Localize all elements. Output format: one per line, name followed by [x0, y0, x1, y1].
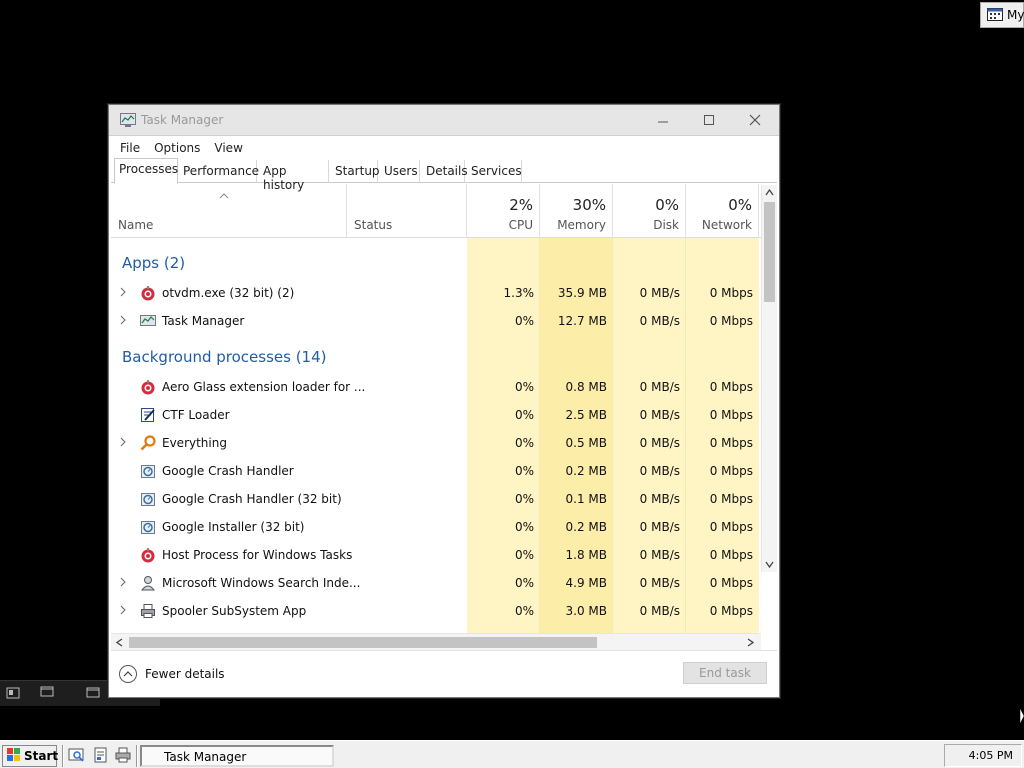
- horizontal-scroll-thumb[interactable]: [129, 637, 597, 648]
- maximize-icon: [704, 115, 714, 125]
- start-button[interactable]: Start: [2, 745, 59, 767]
- tab-processes[interactable]: Processes: [114, 158, 178, 184]
- process-grid: Name Status 2% CPU 30% Memory 0% Disk 0%…: [111, 184, 777, 633]
- menu-options[interactable]: Options: [154, 141, 200, 155]
- menu-file[interactable]: File: [120, 141, 140, 155]
- start-label: Start: [24, 749, 59, 763]
- table-row[interactable]: CTF Loader 0% 2.5 MB 0 MB/s 0 Mbps: [111, 401, 761, 429]
- column-header-disk[interactable]: 0% Disk: [613, 184, 686, 238]
- clock[interactable]: 4:05 PM: [969, 749, 1013, 762]
- table-row[interactable]: Google Installer (32 bit) 0% 0.2 MB 0 MB…: [111, 513, 761, 541]
- maximize-window-icon[interactable]: [86, 686, 106, 702]
- column-header-network[interactable]: 0% Network: [686, 184, 759, 238]
- expand-chevron-icon: [120, 605, 126, 615]
- fewer-details-label: Fewer details: [145, 667, 225, 681]
- google-crash-icon: [141, 465, 155, 478]
- expand-chevron-icon: [120, 437, 126, 447]
- table-row[interactable]: Host Process for Windows Tasks 0% 1.8 MB…: [111, 541, 761, 569]
- aero-glass-icon: [141, 380, 155, 395]
- scroll-up-icon: [765, 189, 774, 196]
- desktop-shortcut-button[interactable]: My: [980, 2, 1024, 28]
- desktop-shortcut-label: My: [1007, 8, 1024, 22]
- minimize-window-icon[interactable]: [40, 686, 60, 702]
- scroll-right-icon: [747, 638, 754, 647]
- window-footer: Fewer details End task: [111, 650, 777, 697]
- horizontal-scrollbar[interactable]: [111, 633, 761, 650]
- table-row[interactable]: Google Crash Handler (32 bit) 0% 0.1 MB …: [111, 485, 761, 513]
- group-header-background[interactable]: Background processes (14): [122, 348, 327, 366]
- expand-chevron-icon: [120, 287, 126, 297]
- chevron-up-icon: [119, 665, 137, 683]
- printer-icon: [141, 604, 155, 618]
- minimize-icon: [658, 121, 668, 123]
- sort-up-icon: [219, 193, 229, 199]
- windows-logo-icon: [7, 748, 21, 764]
- task-manager-icon: [120, 113, 136, 127]
- printer-icon[interactable]: [114, 747, 132, 763]
- column-header-row: Name Status 2% CPU 30% Memory 0% Disk 0%…: [111, 184, 774, 238]
- mouse-cursor-icon: [1020, 708, 1024, 725]
- window-title: Task Manager: [141, 113, 224, 127]
- menu-view[interactable]: View: [214, 141, 242, 155]
- tab-startup[interactable]: Startup: [331, 160, 380, 183]
- scroll-down-icon: [765, 561, 774, 568]
- close-button[interactable]: [733, 106, 777, 134]
- column-header-cpu[interactable]: 2% CPU: [467, 184, 540, 238]
- tab-services[interactable]: Services: [467, 160, 522, 183]
- calendar-icon: [987, 7, 1003, 24]
- table-row[interactable]: Task Manager 0% 12.7 MB 0 MB/s 0 Mbps: [111, 307, 761, 335]
- search-indexer-icon: [140, 576, 156, 591]
- google-crash-icon: [141, 493, 155, 506]
- otvdm-icon: [141, 286, 155, 301]
- table-row[interactable]: Google Crash Handler 0% 0.2 MB 0 MB/s 0 …: [111, 457, 761, 485]
- scroll-left-icon: [116, 638, 123, 647]
- tab-details[interactable]: Details: [422, 160, 468, 183]
- menu-bar: File Options View: [111, 137, 777, 158]
- title-bar[interactable]: Task Manager: [109, 105, 779, 136]
- table-row[interactable]: Spooler SubSystem App 0% 3.0 MB 0 MB/s 0…: [111, 597, 761, 625]
- tab-strip: Processes Performance App history Startu…: [111, 158, 777, 192]
- task-manager-icon: [140, 315, 156, 326]
- group-header-apps[interactable]: Apps (2): [122, 254, 185, 272]
- everything-search-icon: [140, 435, 156, 451]
- tab-app-history[interactable]: App history: [259, 160, 329, 192]
- taskbar: Start Task Manager 4:05 PM: [0, 740, 1024, 768]
- expand-chevron-icon: [120, 315, 126, 325]
- end-task-button[interactable]: End task: [683, 662, 767, 684]
- table-row[interactable]: Everything 0% 0.5 MB 0 MB/s 0 Mbps: [111, 429, 761, 457]
- explore-icon[interactable]: [68, 747, 86, 763]
- taskbar-divider: [62, 745, 64, 767]
- expand-chevron-icon: [120, 577, 126, 587]
- table-row[interactable]: Microsoft Windows Search Inde... 0% 4.9 …: [111, 569, 761, 597]
- task-manager-window: Task Manager File Options View Processes…: [108, 104, 780, 698]
- table-row[interactable]: Aero Glass extension loader for ... 0% 0…: [111, 373, 761, 401]
- ctf-loader-icon: [141, 408, 155, 422]
- system-tray: 4:05 PM: [944, 744, 1022, 767]
- document-icon[interactable]: [92, 747, 110, 763]
- tab-users[interactable]: Users: [380, 160, 420, 183]
- vertical-scrollbar[interactable]: [761, 185, 777, 572]
- host-process-icon: [141, 548, 155, 563]
- close-icon: [749, 114, 761, 126]
- google-installer-icon: [141, 521, 155, 534]
- column-header-memory[interactable]: 30% Memory: [540, 184, 613, 238]
- taskbar-divider: [136, 745, 138, 767]
- vertical-scroll-thumb[interactable]: [764, 202, 775, 302]
- table-row[interactable]: otvdm.exe (32 bit) (2) 1.3% 35.9 MB 0 MB…: [111, 279, 761, 307]
- tab-performance[interactable]: Performance: [179, 160, 259, 183]
- fewer-details-button[interactable]: Fewer details: [119, 665, 225, 683]
- minimize-button[interactable]: [641, 106, 685, 134]
- restore-icon[interactable]: [6, 686, 26, 702]
- maximize-button[interactable]: [687, 106, 731, 134]
- column-header-name[interactable]: Name: [111, 184, 347, 238]
- taskbar-button-task-manager[interactable]: Task Manager: [140, 745, 334, 767]
- column-header-status[interactable]: Status: [347, 184, 467, 238]
